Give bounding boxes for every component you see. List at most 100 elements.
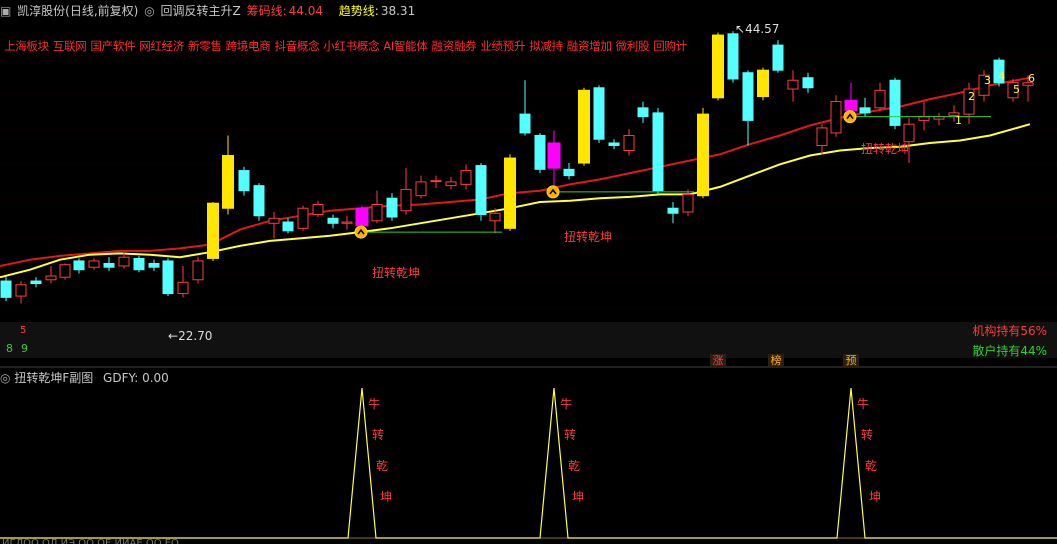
candle-body-11[interactable] bbox=[162, 260, 174, 295]
signal-badge-icon-2 bbox=[843, 110, 857, 124]
candle-body-41[interactable] bbox=[608, 142, 620, 146]
candle-body-3[interactable] bbox=[45, 275, 57, 281]
candle-body-23[interactable] bbox=[341, 221, 353, 224]
candle-body-16[interactable] bbox=[238, 170, 250, 192]
candle-body-51[interactable] bbox=[757, 69, 769, 98]
concept-tag-10[interactable]: 业绩预升 bbox=[480, 39, 525, 53]
candle-body-33[interactable] bbox=[489, 212, 501, 222]
candle-body-30[interactable] bbox=[445, 181, 457, 187]
candle-body-36[interactable] bbox=[534, 134, 546, 170]
candle-body-34[interactable] bbox=[504, 157, 516, 229]
candle-body-20[interactable] bbox=[297, 207, 309, 229]
tag-list[interactable]: 榜 bbox=[768, 354, 784, 368]
candle-body-52[interactable] bbox=[772, 44, 784, 71]
candle-body-14[interactable] bbox=[207, 202, 219, 259]
candle-body-9[interactable] bbox=[133, 257, 145, 271]
sub-signal-line bbox=[0, 387, 1057, 539]
candle-body-2[interactable] bbox=[30, 280, 42, 285]
candle-body-27[interactable] bbox=[400, 188, 412, 212]
candle-body-10[interactable] bbox=[148, 262, 160, 268]
candle-body-29[interactable] bbox=[430, 180, 442, 183]
candle-body-49[interactable] bbox=[727, 33, 739, 80]
candle-body-22[interactable] bbox=[327, 217, 339, 224]
candle-body-35[interactable] bbox=[519, 113, 531, 134]
candle-body-62[interactable] bbox=[918, 116, 930, 121]
indicator-name[interactable]: 回调反转主升Z bbox=[161, 4, 241, 18]
candle-body-19[interactable] bbox=[282, 221, 294, 232]
candle-body-40[interactable] bbox=[593, 87, 605, 140]
candle-body-0[interactable] bbox=[0, 280, 12, 298]
sub-settings-icon[interactable]: ◎ bbox=[0, 371, 10, 385]
candle-body-18[interactable] bbox=[268, 217, 280, 224]
signal-label-2: 扭转乾坤 bbox=[564, 230, 613, 244]
concept-tag-4[interactable]: 新零售 bbox=[188, 39, 222, 53]
trend-value: 38.31 bbox=[380, 4, 416, 18]
candle-body-53[interactable] bbox=[787, 79, 799, 90]
candle-body-28[interactable] bbox=[415, 181, 427, 197]
candle-body-43[interactable] bbox=[637, 107, 649, 118]
concept-tag-12[interactable]: 融资增加 bbox=[567, 39, 612, 53]
candle-body-55[interactable] bbox=[816, 127, 828, 146]
chip-label: 筹码线: bbox=[246, 4, 287, 18]
concept-tag-7[interactable]: 小红书概念 bbox=[323, 39, 379, 53]
candle-body-38[interactable] bbox=[563, 168, 575, 177]
collapse-icon[interactable]: ▣ bbox=[0, 4, 11, 18]
candle-body-8[interactable] bbox=[118, 256, 130, 267]
candles[interactable] bbox=[0, 31, 1034, 304]
settings-icon[interactable]: ◎ bbox=[144, 4, 154, 18]
concept-tag-8[interactable]: AI智能体 bbox=[383, 39, 428, 53]
candlestick-chart[interactable]: 牛转乾坤 牛转乾坤 牛转乾坤 bbox=[0, 0, 1057, 544]
candle-body-25[interactable] bbox=[371, 203, 383, 222]
candle-body-1[interactable] bbox=[15, 284, 27, 297]
count-right-2: 2 bbox=[968, 90, 975, 103]
peak-char-2-3: 坤 bbox=[869, 489, 881, 504]
concept-tag-13[interactable]: 微利股 bbox=[616, 39, 650, 53]
concept-tag-5[interactable]: 跨境电商 bbox=[226, 39, 271, 53]
concept-tag-0[interactable]: 上海板块 bbox=[4, 39, 49, 53]
candle-body-48[interactable] bbox=[712, 34, 724, 99]
candle-body-47[interactable] bbox=[697, 113, 709, 197]
candle-body-45[interactable] bbox=[667, 207, 679, 214]
candle-body-24[interactable] bbox=[355, 207, 369, 227]
candle-body-15[interactable] bbox=[222, 155, 234, 209]
concept-tag-2[interactable]: 国产软件 bbox=[90, 39, 135, 53]
tag-rise[interactable]: 涨 bbox=[710, 354, 726, 368]
candle-body-44[interactable] bbox=[652, 112, 664, 192]
concept-tag-6[interactable]: 抖音概念 bbox=[274, 39, 319, 53]
footer-partial: ИГЛОО ОЛ ИЭ ОО ОЕ ИИАЕ ОО ЕО bbox=[2, 538, 179, 544]
tag-forecast[interactable]: 预 bbox=[843, 354, 859, 368]
candle-body-50[interactable] bbox=[742, 72, 754, 121]
concept-tag-3[interactable]: 网红经济 bbox=[139, 39, 184, 53]
candle-body-17[interactable] bbox=[253, 185, 265, 217]
candle-body-32[interactable] bbox=[475, 165, 487, 216]
candle-body-26[interactable] bbox=[386, 197, 398, 218]
sub-chart-header: ◎ 扭转乾坤F副图 GDFY: 0.00 bbox=[0, 369, 1057, 387]
count-right-4: 4 bbox=[998, 70, 1005, 83]
count-left-mark: 5 bbox=[20, 325, 27, 336]
candle-body-58[interactable] bbox=[859, 107, 871, 114]
candle-body-5[interactable] bbox=[73, 260, 85, 271]
candle-body-39[interactable] bbox=[578, 89, 590, 164]
candle-body-42[interactable] bbox=[623, 134, 635, 152]
candle-body-46[interactable] bbox=[682, 193, 694, 213]
concept-tag-11[interactable]: 拟减持 bbox=[529, 39, 563, 53]
candle-body-21[interactable] bbox=[312, 203, 324, 216]
candle-body-54[interactable] bbox=[802, 77, 814, 89]
candle-body-13[interactable] bbox=[192, 260, 204, 281]
candle-body-60[interactable] bbox=[889, 79, 901, 126]
candle-body-4[interactable] bbox=[59, 264, 71, 278]
candle-body-59[interactable] bbox=[874, 89, 886, 109]
concept-tag-1[interactable]: 互联网 bbox=[53, 39, 87, 53]
candle-body-6[interactable] bbox=[88, 260, 100, 268]
candle-body-7[interactable] bbox=[103, 262, 115, 268]
main-chart-header: ▣ 凯淳股份(日线,前复权) ◎ 回调反转主升Z 筹码线: 44.04 趋势线: 3… bbox=[0, 0, 1057, 22]
peak-char-0-1: 转 bbox=[372, 427, 384, 442]
candle-body-31[interactable] bbox=[460, 170, 472, 185]
concept-tag-14[interactable]: 回购计 bbox=[653, 39, 687, 53]
candle-body-57[interactable] bbox=[844, 99, 858, 111]
sub-title[interactable]: 扭转乾坤F副图 bbox=[14, 371, 93, 385]
concept-tag-9[interactable]: 融资融券 bbox=[432, 39, 477, 53]
candle-body-12[interactable] bbox=[177, 281, 189, 295]
candle-body-56[interactable] bbox=[830, 101, 842, 134]
candle-body-37[interactable] bbox=[547, 142, 561, 169]
